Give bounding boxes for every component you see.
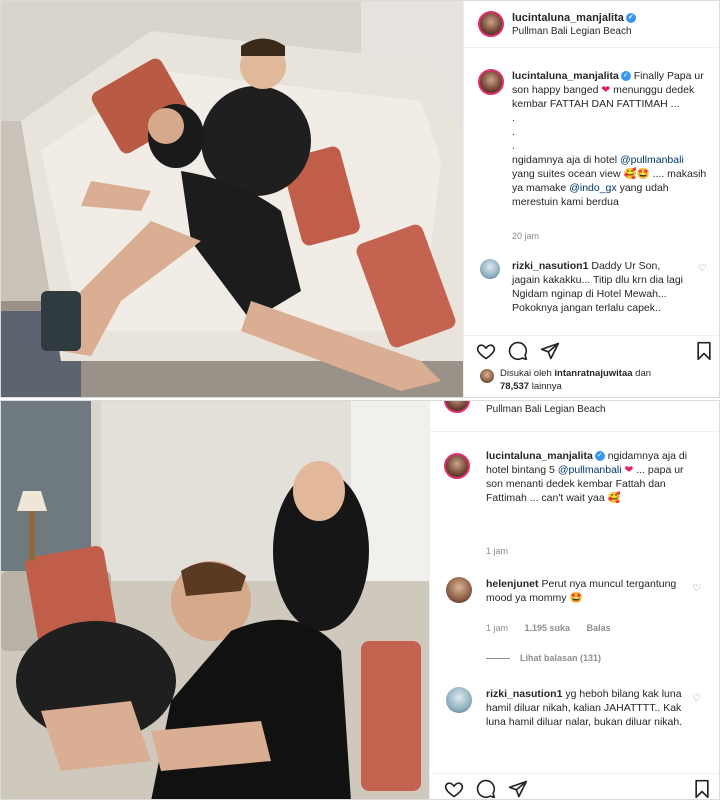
verified-icon: ✓ [594,451,605,462]
post-1-comment: rizki_nasution1 Daddy Ur Son, jagain kak… [512,260,684,314]
verified-icon: ✓ [625,13,636,24]
post-2-header-avatar[interactable] [444,401,470,413]
comment-like-heart-icon[interactable]: ♡ [698,263,707,274]
instagram-post-1: lucintaluna_manjalita ✓ Pullman Bali Legi… [0,0,720,398]
caption-username[interactable]: lucintaluna_manjalita [486,450,593,462]
caption-timestamp[interactable]: 1 jam [486,546,508,556]
couple-belly-kiss-photo [1,401,429,799]
post-photo-2[interactable] [1,401,429,799]
post-2-comment-1: helenjunet Perut nya muncul tergantung m… [486,578,677,604]
caption-timestamp[interactable]: 20 jam [512,231,539,241]
mention-pullmanbali[interactable]: @pullmanbali [620,154,684,166]
comment-icon[interactable] [508,341,528,361]
post-1-header-location[interactable]: Pullman Bali Legian Beach [512,26,632,37]
share-icon[interactable] [540,341,560,361]
share-icon[interactable] [508,779,528,799]
post-2-comment-2: rizki_nasution1 yg heboh bilang kak luna… [486,688,683,728]
post-2-header-location[interactable]: Pullman Bali Legian Beach [486,404,606,415]
post-photo-1[interactable] [1,1,463,397]
post-2-caption: lucintaluna_manjalita ✓ ngidamnya aja di … [486,450,688,504]
actions-divider [464,335,719,336]
face-emoji: 🥰 [607,492,621,504]
header-divider [430,431,719,432]
heart-icon[interactable] [444,779,464,799]
header-divider [464,47,719,48]
post-1-actions [476,341,560,361]
comment-username[interactable]: rizki_nasution1 [486,688,562,700]
actions-divider [430,773,719,774]
comment-icon[interactable] [476,779,496,799]
post-1-header-username[interactable]: lucintaluna_manjalita ✓ [512,12,636,24]
post-1-sidebar: lucintaluna_manjalita ✓ Pullman Bali Legi… [463,1,719,397]
commenter-avatar[interactable] [480,259,500,279]
post-2-actions [444,779,528,799]
comment-1-meta: 1 jam 1.195 suka Balas [486,623,611,633]
post-2-sidebar: Pullman Bali Legian Beach lucintaluna_ma… [429,401,719,799]
red-heart-emoji: ❤ [624,464,634,476]
verified-icon: ✓ [620,71,631,82]
post-2-caption-avatar[interactable] [444,453,470,479]
instagram-post-2: Pullman Bali Legian Beach lucintaluna_ma… [0,400,720,800]
comment-like-heart-icon[interactable]: ♡ [692,583,701,594]
mention-pullmanbali[interactable]: @pullmanbali [558,464,622,476]
post-1-caption: lucintaluna_manjalita ✓ Finally Papa ur s… [512,70,707,208]
heart-icon[interactable] [476,341,496,361]
face-emoji: 🥰🤩 [623,168,650,180]
star-eyes-emoji: 🤩 [569,592,583,604]
post-1-header-avatar[interactable] [478,11,504,37]
commenter-avatar[interactable] [446,577,472,603]
liker-avatar[interactable] [480,369,494,383]
post-1-likes[interactable]: Disukai oleh intanratnajuwitaa dan 78,53… [500,367,710,393]
view-replies[interactable]: Lihat balasan (131) [486,653,601,663]
comment-username[interactable]: rizki_nasution1 [512,260,588,272]
bookmark-icon[interactable] [694,341,714,364]
bookmark-icon[interactable] [692,779,712,799]
reply-link[interactable]: Balas [587,623,611,633]
red-heart-emoji: ❤ [601,84,611,96]
post-1-caption-avatar[interactable] [478,69,504,95]
caption-username[interactable]: lucintaluna_manjalita [512,70,619,82]
couple-on-sofa-photo [1,1,463,397]
comment-username[interactable]: helenjunet [486,578,539,590]
commenter-avatar[interactable] [446,687,472,713]
mention-indo-gx[interactable]: @indo_gx [569,182,616,194]
comment-like-heart-icon[interactable]: ♡ [692,693,701,704]
